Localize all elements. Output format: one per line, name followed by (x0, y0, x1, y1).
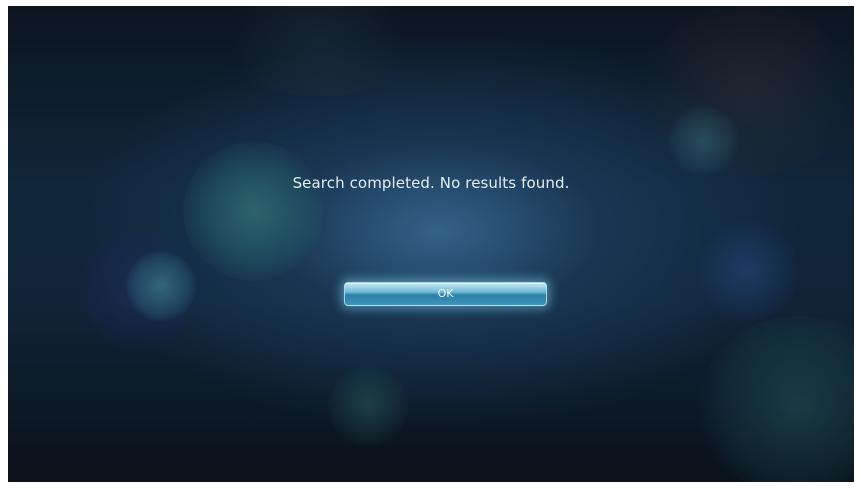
ok-button[interactable]: OK (344, 282, 547, 306)
background-bokeh (698, 221, 798, 321)
background-bokeh (328, 366, 408, 446)
background-bokeh (218, 6, 418, 96)
media-player-screen: Search completed. No results found. OK (8, 6, 854, 482)
background-bokeh (78, 231, 198, 351)
background-bokeh (638, 6, 854, 176)
background-bokeh (126, 251, 196, 321)
ok-button-label: OK (437, 287, 454, 300)
background-bokeh (698, 316, 854, 482)
search-result-message: Search completed. No results found. (292, 174, 570, 192)
background-bokeh (668, 106, 738, 176)
background-bokeh (183, 141, 323, 281)
screen-frame: Search completed. No results found. OK (0, 0, 861, 489)
